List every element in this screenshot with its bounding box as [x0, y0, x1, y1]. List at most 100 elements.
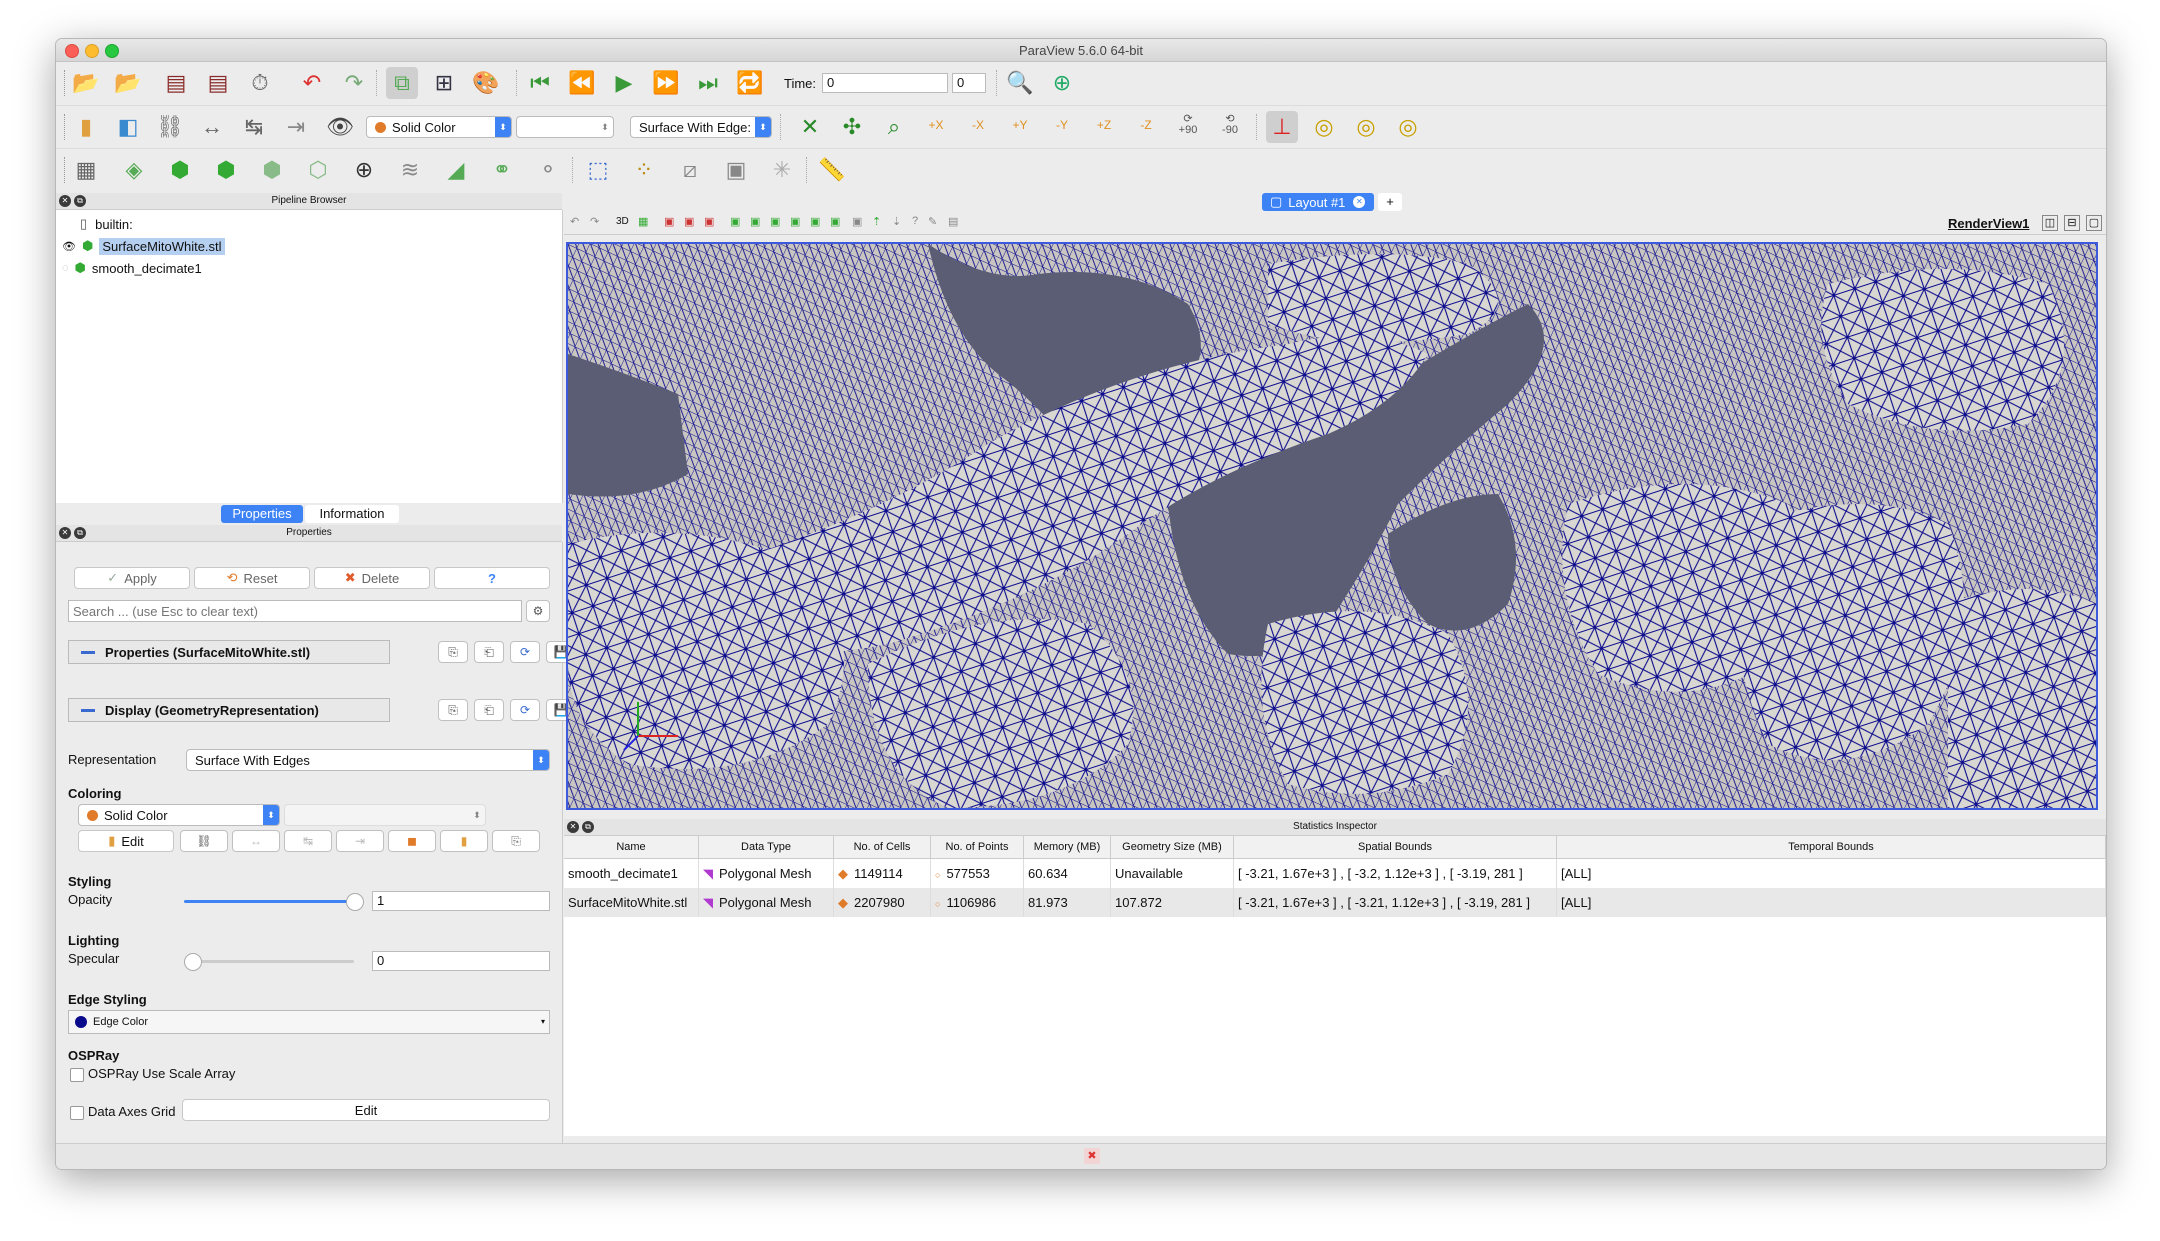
connect-icon[interactable]: ⏱ — [244, 67, 276, 99]
eye-hidden-icon[interactable]: ◌ — [62, 262, 69, 274]
capture-screenshot-icon[interactable]: ▦ — [638, 215, 648, 228]
next-frame-icon[interactable]: ⏩ — [650, 67, 682, 99]
rescale-temporal-range-icon[interactable]: ⇥ — [336, 830, 384, 852]
table-row[interactable]: smooth_decimate1 ◥ Polygonal Mesh ◆ 114911… — [564, 858, 2106, 888]
ruler-icon[interactable]: 📏 — [816, 154, 848, 186]
reload-icon[interactable]: ⟳ — [510, 641, 540, 663]
specular-input[interactable]: 0 — [372, 951, 550, 971]
help-view-icon[interactable]: ? — [912, 215, 918, 227]
reset-center-icon[interactable]: ◎ — [1350, 111, 1382, 143]
query-add-icon[interactable]: ⊕ — [1046, 67, 1078, 99]
close-icon[interactable]: ✕ — [59, 527, 71, 539]
hover-cells-icon[interactable]: ▣ — [810, 215, 820, 228]
output-messages-icon[interactable]: ✖ — [1084, 1148, 1100, 1164]
column-header[interactable]: No. of Points — [930, 836, 1024, 859]
color-legend-icon[interactable]: ▮ — [70, 111, 102, 143]
rescale-custom-range-icon[interactable]: ↹ — [284, 830, 332, 852]
select-polygon-points-icon[interactable]: ▣ — [750, 215, 760, 228]
zoom-to-box-icon[interactable]: ⌕ — [878, 111, 910, 143]
hover-points-icon[interactable]: ▣ — [830, 215, 840, 228]
shrink-selection-icon[interactable]: ⇡ — [872, 215, 881, 228]
column-header[interactable]: Memory (MB) — [1023, 836, 1111, 859]
query-icon[interactable]: 🔍 — [1004, 67, 1036, 99]
rescale-custom-icon[interactable]: ↔ — [196, 111, 228, 143]
show-orientation-axes-icon[interactable]: ⊥ — [1266, 111, 1298, 143]
extract-subset-icon[interactable]: ⬡ — [302, 154, 334, 186]
tab-information[interactable]: Information — [305, 505, 399, 523]
choose-preset-icon[interactable]: ⛓ — [180, 830, 228, 852]
warp-icon[interactable]: ◢ — [440, 154, 472, 186]
group-datasets-icon[interactable]: ⚭ — [486, 154, 518, 186]
show-center-icon[interactable]: ◎ — [1308, 111, 1340, 143]
view-plus-z-icon[interactable]: +Z — [1088, 109, 1120, 141]
column-header[interactable]: Temporal Bounds — [1556, 836, 2106, 859]
rotate-minus-90-icon[interactable]: ⟲ -90 — [1214, 109, 1246, 141]
render-view-canvas[interactable] — [566, 242, 2098, 810]
edit-annotations-icon[interactable]: ⎘ — [492, 830, 540, 852]
render-view-name[interactable]: RenderView1 — [1948, 216, 2029, 231]
stream-tracer-icon[interactable]: ≋ — [394, 154, 426, 186]
save-state-icon[interactable]: ▤ — [202, 67, 234, 99]
close-icon[interactable]: ✕ — [567, 821, 579, 833]
opacity-slider-handle[interactable] — [346, 893, 364, 911]
search-input[interactable] — [68, 600, 522, 622]
pipeline-item-builtin[interactable]: ▯ builtin: — [80, 214, 133, 234]
column-header[interactable]: Name — [564, 836, 699, 859]
redo-icon[interactable]: ↷ — [338, 67, 370, 99]
select-points-on-icon[interactable]: ▣ — [684, 215, 694, 228]
undo-icon[interactable]: ↶ — [296, 67, 328, 99]
undock-icon[interactable]: ⧉ — [582, 821, 594, 833]
open-file-icon[interactable]: 📂 — [70, 67, 102, 99]
threshold-icon[interactable]: ⬢ — [256, 154, 288, 186]
apply-button[interactable]: ✓ Apply — [74, 567, 190, 589]
extract-level-icon[interactable]: ⚬ — [532, 154, 564, 186]
clear-selection-icon[interactable]: ✳ — [766, 154, 798, 186]
zoom-to-data-icon[interactable]: ✣ — [836, 111, 868, 143]
time-step-input[interactable]: 0 — [952, 73, 986, 93]
eye-icon[interactable]: 👁 — [62, 240, 76, 253]
add-layout-tab-button[interactable]: + — [1378, 193, 1402, 211]
rescale-visible-icon[interactable]: ↹ — [238, 111, 270, 143]
toggle-visibility-icon[interactable]: 👁 — [324, 111, 356, 143]
interactive-select-points-icon[interactable]: ▣ — [790, 215, 800, 228]
pick-center-icon[interactable]: ◎ — [1392, 111, 1424, 143]
camera-undo-icon[interactable]: ↶ — [570, 215, 579, 228]
view-settings-icon[interactable]: ▤ — [948, 215, 958, 228]
edit-colormap-icon[interactable]: ◧ — [112, 111, 144, 143]
select-cells-on-icon[interactable]: ▣ — [664, 215, 674, 228]
load-state-icon[interactable]: ▤ — [160, 67, 192, 99]
copy-icon[interactable]: ⎘ — [438, 699, 468, 721]
show-scalar-bar-icon[interactable]: ▮ — [440, 830, 488, 852]
rescale-temporal-icon[interactable]: ⇥ — [280, 111, 312, 143]
data-axes-edit-button[interactable]: Edit — [182, 1099, 550, 1121]
properties-section-header[interactable]: Properties (SurfaceMitoWhite.stl) — [68, 640, 390, 664]
column-header[interactable]: Spatial Bounds — [1233, 836, 1557, 859]
select-polygon-icon[interactable]: ▣ — [730, 215, 740, 228]
view-minus-y-icon[interactable]: -Y — [1046, 109, 1078, 141]
last-frame-icon[interactable]: ⏭ — [692, 67, 724, 99]
opacity-input[interactable]: 1 — [372, 891, 550, 911]
specular-slider-track[interactable] — [184, 960, 354, 963]
interactive-select-icon[interactable]: ▣ — [720, 154, 752, 186]
undock-icon[interactable]: ⧉ — [74, 195, 86, 207]
reset-session-icon[interactable]: ⧉ — [386, 67, 418, 99]
edit-colormap-button[interactable]: ▮ Edit — [78, 830, 174, 852]
play-icon[interactable]: ▶ — [608, 67, 640, 99]
tab-layout-1[interactable]: ▢ Layout #1 ✕ — [1262, 193, 1374, 211]
reset-camera-icon[interactable]: ✕ — [794, 111, 826, 143]
color-mode-select[interactable]: Solid Color ⬍ — [366, 116, 512, 138]
ospray-scale-checkbox[interactable] — [70, 1068, 84, 1082]
interactive-select-cells-icon[interactable]: ▣ — [770, 215, 780, 228]
data-axes-grid-checkbox[interactable] — [70, 1106, 84, 1120]
select-points-icon[interactable]: ⁘ — [628, 154, 660, 186]
close-tab-icon[interactable]: ✕ — [1353, 196, 1366, 208]
gear-icon[interactable]: ⚙ — [526, 600, 550, 622]
edge-color-button[interactable]: Edge Color ▾ — [68, 1010, 550, 1034]
opacity-slider-track[interactable] — [184, 900, 354, 903]
copy-icon[interactable]: ⎘ — [438, 641, 468, 663]
select-cells-through-icon[interactable]: ▣ — [704, 215, 714, 228]
time-input[interactable]: 0 — [822, 73, 948, 93]
split-horizontal-icon[interactable]: ◫ — [2042, 215, 2058, 231]
contour-icon[interactable]: ◈ — [118, 154, 150, 186]
column-header[interactable]: No. of Cells — [833, 836, 931, 859]
